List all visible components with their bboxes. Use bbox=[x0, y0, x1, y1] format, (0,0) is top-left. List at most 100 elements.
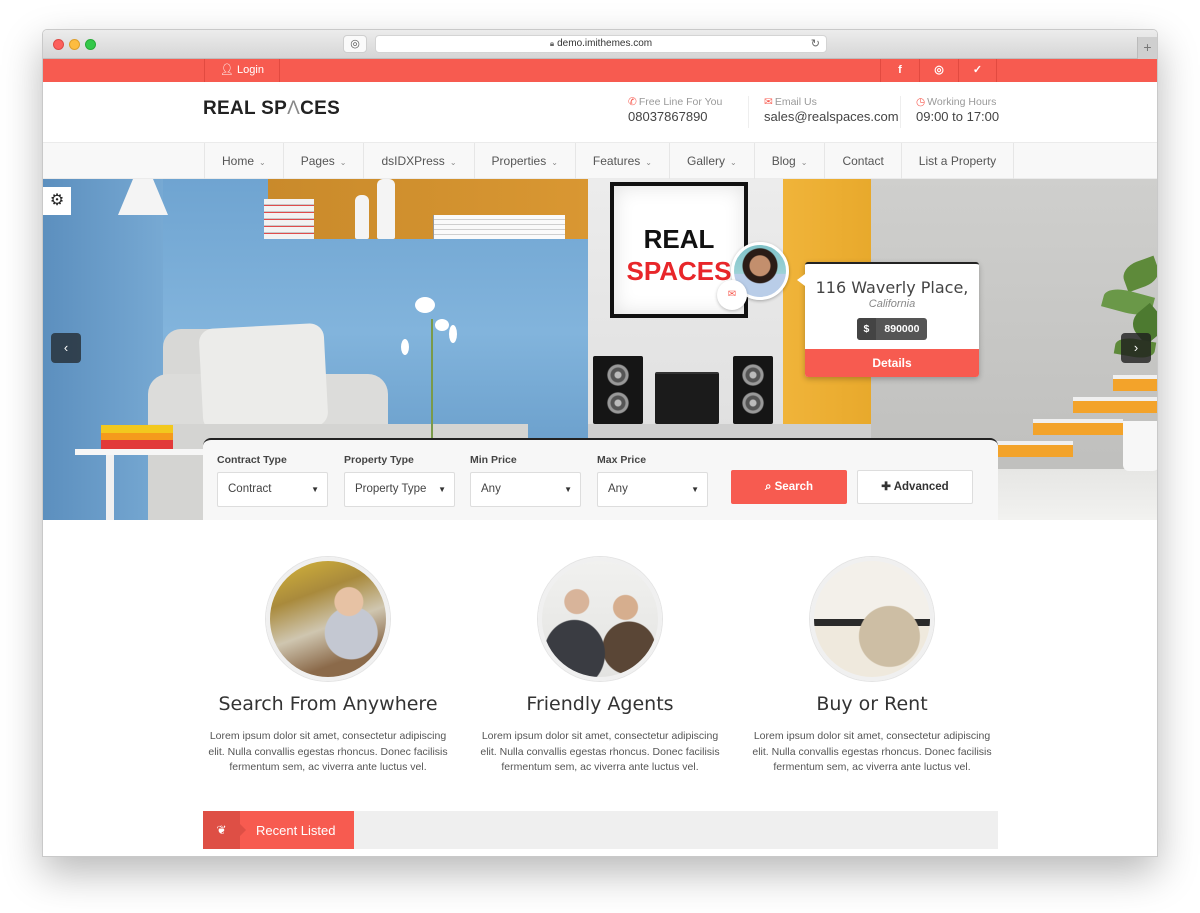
chevron-down-icon: ⌄ bbox=[800, 158, 808, 167]
feature-image bbox=[266, 557, 390, 681]
new-tab-button[interactable]: + bbox=[1137, 37, 1157, 59]
search-button-label: Search bbox=[774, 481, 813, 493]
chevron-right-icon: › bbox=[1133, 340, 1139, 355]
hero-image-flower-bloom bbox=[401, 339, 409, 355]
details-button[interactable]: Details bbox=[805, 349, 979, 377]
property-price: 890000 bbox=[884, 323, 920, 335]
hero-image-boxes bbox=[433, 215, 565, 239]
chevron-left-icon: ‹ bbox=[63, 340, 69, 355]
nav-label: Pages bbox=[300, 154, 335, 168]
recent-listed-label: Recent Listed bbox=[256, 822, 336, 838]
address-bar[interactable]: 🔒︎ demo.imithemes.com ↻ bbox=[375, 35, 827, 53]
hero-image-books bbox=[264, 199, 314, 239]
feature-title: Search From Anywhere bbox=[218, 693, 438, 715]
property-price-badge: $ 890000 bbox=[856, 318, 928, 340]
chevron-down-icon: ⌄ bbox=[259, 158, 266, 167]
main-nav: Home ⌄ Pages ⌄ dsIDXPress ⌄ Properties ⌄ Fea… bbox=[43, 142, 1157, 179]
chevron-down-icon: ⌄ bbox=[449, 158, 457, 167]
feature-title: Friendly Agents bbox=[526, 693, 674, 715]
frame-text-1: REAL bbox=[643, 224, 715, 254]
property-location: California bbox=[868, 298, 916, 310]
feature-image bbox=[538, 557, 662, 681]
nav-item-gallery[interactable]: Gallery ⌄ bbox=[670, 143, 755, 179]
hero-image-amplifier bbox=[655, 372, 719, 424]
agent-mail-button[interactable]: ✉ bbox=[717, 280, 747, 310]
logo[interactable]: REAL SPΛCES bbox=[203, 98, 340, 120]
hero-image-table-leg bbox=[106, 455, 114, 520]
contact-label: Free Line For You bbox=[638, 96, 723, 108]
slider-next-button[interactable]: › bbox=[1121, 333, 1151, 363]
hero-image-stair bbox=[1113, 375, 1157, 391]
property-title[interactable]: 116 Waverly Place, bbox=[805, 278, 979, 297]
nav-label: Properties bbox=[491, 154, 547, 168]
nav-label: dsIDXPress bbox=[381, 154, 445, 168]
chevron-down-icon: ⌄ bbox=[551, 158, 558, 167]
contact-phone: ✆ Free Line For You 08037867890 bbox=[628, 96, 722, 124]
reload-icon[interactable]: ↻ bbox=[811, 36, 820, 52]
property-type-field: Property Type Property Type ▼ bbox=[344, 454, 455, 507]
login-label: Login bbox=[237, 64, 264, 76]
gears-icon[interactable]: ⚙ bbox=[43, 187, 71, 215]
min-price-field: Min Price Any ▼ bbox=[470, 454, 581, 507]
phone-number: 08037867890 bbox=[628, 109, 708, 124]
nav-item-properties[interactable]: Properties ⌄ bbox=[475, 143, 576, 179]
instagram-icon[interactable]: ◎ bbox=[919, 59, 958, 82]
browser-window: ◎ 🔒︎ demo.imithemes.com ↻ + 👤︎ Login f ◎ … bbox=[42, 29, 1158, 857]
close-window-button[interactable] bbox=[53, 39, 64, 50]
nav-item-contact[interactable]: Contact bbox=[825, 143, 902, 179]
maximize-window-button[interactable] bbox=[85, 39, 96, 50]
nav-item-blog[interactable]: Blog ⌄ bbox=[755, 143, 826, 179]
contract-type-field: Contract Type Contract ▼ bbox=[217, 454, 328, 507]
nav-item-home[interactable]: Home ⌄ bbox=[205, 143, 284, 179]
nav-label: Blog bbox=[771, 154, 796, 168]
field-label: Property Type bbox=[344, 454, 414, 466]
top-bar: 👤︎ Login f ◎ ✓ bbox=[43, 59, 1157, 82]
facebook-icon[interactable]: f bbox=[880, 59, 919, 82]
advanced-button-label: Advanced bbox=[893, 481, 949, 493]
hero-image-stack bbox=[101, 425, 173, 449]
caret-down-icon: ▼ bbox=[311, 485, 319, 494]
feature-friendly-agents: Friendly Agents Lorem ipsum dolor sit am… bbox=[475, 557, 725, 776]
search-button[interactable]: ⌕ Search bbox=[731, 470, 847, 504]
privacy-report-button[interactable]: ◎ bbox=[343, 35, 367, 53]
search-icon: ⌕ bbox=[764, 481, 772, 493]
logo-text-2: CES bbox=[300, 98, 341, 119]
site-header: REAL SPΛCES ✆ Free Line For You 080378678… bbox=[43, 82, 1157, 142]
logo-text-1: REAL SP bbox=[203, 98, 288, 119]
nav-item-features[interactable]: Features ⌄ bbox=[576, 143, 670, 179]
nav-label: Features bbox=[592, 154, 641, 168]
lock-icon: 🔒︎ bbox=[549, 39, 555, 48]
feature-buy-or-rent: Buy or Rent Lorem ipsum dolor sit amet, … bbox=[747, 557, 997, 776]
recent-listed-bar: ❦ Recent Listed bbox=[203, 811, 998, 849]
hero-image-flower-bloom bbox=[449, 325, 457, 343]
max-price-select[interactable]: Any ▼ bbox=[597, 472, 708, 507]
field-label: Contract Type bbox=[217, 454, 287, 466]
nav-label: Contact bbox=[842, 154, 884, 168]
select-value: Any bbox=[481, 483, 501, 495]
select-value: Any bbox=[608, 483, 628, 495]
login-link[interactable]: 👤︎ Login bbox=[204, 59, 280, 82]
min-price-select[interactable]: Any ▼ bbox=[470, 472, 581, 507]
page: ◎ 🔒︎ demo.imithemes.com ↻ + 👤︎ Login f ◎ … bbox=[0, 0, 1200, 913]
nav-label: Home bbox=[222, 154, 255, 168]
minimize-window-button[interactable] bbox=[69, 39, 80, 50]
property-type-select[interactable]: Property Type ▼ bbox=[344, 472, 455, 507]
nav-item-dsidxpress[interactable]: dsIDXPress ⌄ bbox=[364, 143, 475, 179]
chevron-down-icon: ⌄ bbox=[339, 158, 347, 167]
hero-image-stair bbox=[1073, 397, 1157, 413]
hero-image-speaker bbox=[593, 356, 643, 424]
advanced-search-button[interactable]: ✚ Advanced bbox=[857, 470, 973, 504]
email-address[interactable]: sales@realspaces.com bbox=[764, 109, 899, 124]
field-label: Min Price bbox=[470, 454, 517, 466]
nav-item-list-property[interactable]: List a Property bbox=[902, 143, 1015, 179]
twitter-icon[interactable]: ✓ bbox=[958, 59, 997, 82]
hero-image-vase bbox=[377, 179, 395, 239]
slider-prev-button[interactable]: ‹ bbox=[51, 333, 81, 363]
recent-listed-tab[interactable]: ❦ Recent Listed bbox=[203, 811, 354, 849]
contact-label: Working Hours bbox=[927, 96, 997, 108]
contract-type-select[interactable]: Contract ▼ bbox=[217, 472, 328, 507]
nav-item-pages[interactable]: Pages ⌄ bbox=[284, 143, 365, 179]
hero-image-stair bbox=[1033, 419, 1123, 435]
envelope-icon: ✉ bbox=[727, 289, 737, 300]
phone-icon: ✆ bbox=[628, 96, 637, 108]
